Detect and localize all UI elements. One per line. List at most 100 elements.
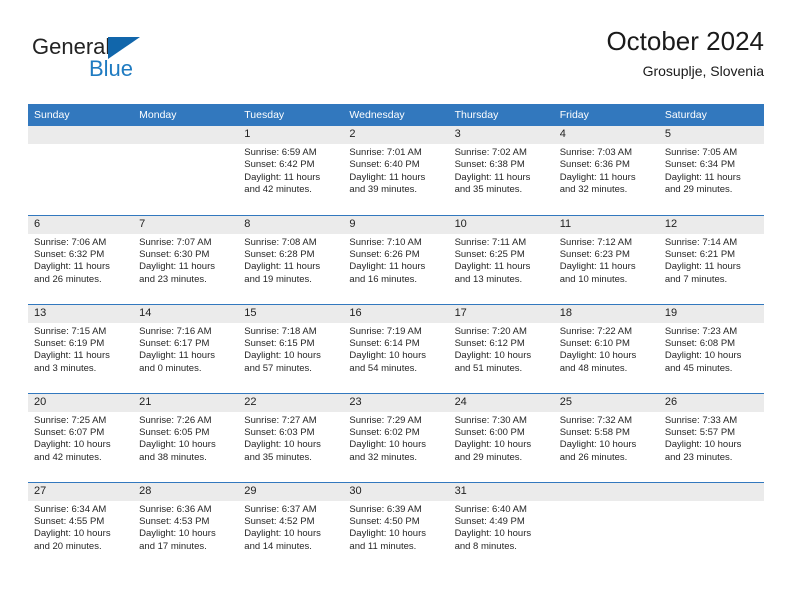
daylight-text: Daylight: 10 hours [349, 439, 426, 451]
sunrise-text: Sunrise: 7:18 AM [244, 325, 317, 337]
sunrise-text: Sunrise: 7:30 AM [454, 414, 527, 426]
calendar-day-cell[interactable]: 21 Sunrise: 7:26 AM Sunset: 6:05 PM Dayligh… [133, 392, 239, 482]
calendar-day-cell[interactable]: 2 Sunrise: 7:01 AM Sunset: 6:40 PM Daylight… [343, 126, 449, 215]
calendar-day-cell[interactable]: 9 Sunrise: 7:10 AM Sunset: 6:26 PM Daylight… [343, 214, 449, 304]
calendar-day-cell[interactable]: 3 Sunrise: 7:02 AM Sunset: 6:38 PM Daylight… [448, 126, 554, 215]
day-details: Sunrise: 6:40 AM Sunset: 4:49 PM Daylight:… [449, 501, 554, 554]
day-number: 6 [28, 215, 134, 234]
daylight-text: and 14 minutes. [244, 540, 312, 552]
day-details: Sunrise: 7:33 AM Sunset: 5:57 PM Daylight:… [659, 412, 764, 465]
daylight-text: and 57 minutes. [244, 362, 312, 374]
weekday-header-tuesday: Tuesday [238, 104, 344, 126]
daylight-text: Daylight: 10 hours [139, 528, 216, 540]
daylight-text: and 42 minutes. [34, 451, 102, 463]
calendar-day-cell[interactable]: 14 Sunrise: 7:16 AM Sunset: 6:17 PM Dayligh… [133, 303, 239, 393]
day-details: Sunrise: 7:25 AM Sunset: 6:07 PM Daylight:… [28, 412, 133, 465]
day-number: 14 [133, 304, 239, 323]
sunset-text: Sunset: 6:36 PM [559, 159, 630, 171]
calendar-day-cell[interactable]: 30 Sunrise: 6:39 AM Sunset: 4:50 PM Dayligh… [343, 481, 449, 571]
calendar-day-cell[interactable]: 8 Sunrise: 7:08 AM Sunset: 6:28 PM Daylight… [238, 214, 344, 304]
sunset-text: Sunset: 6:15 PM [244, 337, 315, 349]
day-details: Sunrise: 7:32 AM Sunset: 5:58 PM Daylight:… [554, 412, 659, 465]
calendar-day-cell[interactable]: 5 Sunrise: 7:05 AM Sunset: 6:34 PM Daylight… [658, 126, 764, 215]
calendar-day-cell[interactable]: 11 Sunrise: 7:12 AM Sunset: 6:23 PM Dayligh… [553, 214, 659, 304]
sunrise-text: Sunrise: 7:33 AM [664, 414, 738, 426]
calendar-day-cell[interactable]: 15 Sunrise: 7:18 AM Sunset: 6:15 PM Dayligh… [238, 303, 344, 393]
day-details: Sunrise: 7:20 AM Sunset: 6:12 PM Daylight:… [449, 323, 554, 376]
day-number: 10 [448, 215, 554, 234]
calendar-day-cell[interactable]: 28 Sunrise: 6:36 AM Sunset: 4:53 PM Dayligh… [133, 481, 239, 571]
sunrise-text: Sunrise: 7:16 AM [139, 325, 212, 337]
daylight-text: Daylight: 10 hours [664, 350, 742, 362]
calendar-day-cell[interactable]: 19 Sunrise: 7:23 AM Sunset: 6:08 PM Dayligh… [658, 303, 764, 393]
day-number: 21 [133, 393, 239, 412]
calendar-day-cell[interactable]: 7 Sunrise: 7:07 AM Sunset: 6:30 PM Daylight… [133, 214, 239, 304]
daylight-text: and 7 minutes. [664, 273, 728, 285]
calendar-day-cell[interactable]: 24 Sunrise: 7:30 AM Sunset: 6:00 PM Dayligh… [448, 392, 554, 482]
calendar-day-cell[interactable]: 20 Sunrise: 7:25 AM Sunset: 6:07 PM Dayligh… [28, 392, 134, 482]
day-number: 30 [343, 482, 449, 501]
sunrise-text: Sunrise: 7:27 AM [244, 414, 317, 426]
day-details: Sunrise: 7:27 AM Sunset: 6:03 PM Daylight:… [238, 412, 343, 465]
sunset-text: Sunset: 6:30 PM [139, 248, 210, 260]
sunset-text: Sunset: 6:40 PM [349, 159, 420, 171]
day-number: 13 [28, 304, 134, 323]
sunrise-text: Sunrise: 7:19 AM [349, 325, 422, 337]
calendar-day-cell[interactable]: 13 Sunrise: 7:15 AM Sunset: 6:19 PM Dayligh… [28, 303, 134, 393]
day-details: Sunrise: 7:30 AM Sunset: 6:00 PM Daylight:… [449, 412, 554, 465]
daylight-text: and 20 minutes. [34, 540, 102, 552]
weekday-header-thursday: Thursday [448, 104, 554, 126]
day-number: 9 [343, 215, 449, 234]
calendar-day-cell[interactable]: 18 Sunrise: 7:22 AM Sunset: 6:10 PM Dayligh… [553, 303, 659, 393]
calendar-day-cell[interactable]: 22 Sunrise: 7:27 AM Sunset: 6:03 PM Dayligh… [238, 392, 344, 482]
sunset-text: Sunset: 6:28 PM [244, 248, 315, 260]
calendar-day-cell[interactable]: 6 Sunrise: 7:06 AM Sunset: 6:32 PM Daylight… [28, 214, 134, 304]
daylight-text: and 48 minutes. [559, 362, 628, 374]
calendar-day-cell[interactable]: 10 Sunrise: 7:11 AM Sunset: 6:25 PM Dayligh… [448, 214, 554, 304]
sunset-text: Sunset: 6:10 PM [559, 337, 630, 349]
day-number: 19 [658, 304, 764, 323]
general-blue-logo: General Blue [32, 34, 162, 90]
day-details: Sunrise: 6:59 AM Sunset: 6:42 PM Daylight:… [238, 144, 343, 197]
sunset-text: Sunset: 6:42 PM [244, 159, 315, 171]
weekday-header-wednesday: Wednesday [343, 104, 449, 126]
calendar-day-cell[interactable]: 12 Sunrise: 7:14 AM Sunset: 6:21 PM Dayligh… [658, 214, 764, 304]
sunrise-text: Sunrise: 7:32 AM [559, 414, 633, 426]
calendar-day-cell[interactable]: 1 Sunrise: 6:59 AM Sunset: 6:42 PM Daylight… [238, 126, 344, 215]
calendar-day-cell[interactable]: 16 Sunrise: 7:19 AM Sunset: 6:14 PM Dayligh… [343, 303, 449, 393]
calendar-day-cell[interactable]: 25 Sunrise: 7:32 AM Sunset: 5:58 PM Dayligh… [553, 392, 659, 482]
daylight-text: and 16 minutes. [349, 273, 418, 285]
calendar-day-cell[interactable]: 4 Sunrise: 7:03 AM Sunset: 6:36 PM Daylight… [553, 126, 659, 215]
daylight-text: Daylight: 10 hours [244, 350, 321, 362]
page-title: October 2024 [606, 26, 764, 56]
daylight-text: and 8 minutes. [454, 540, 517, 552]
daylight-text: Daylight: 10 hours [139, 439, 216, 451]
sunrise-text: Sunrise: 7:15 AM [34, 325, 107, 337]
day-number: 25 [553, 393, 659, 412]
calendar-day-cell[interactable]: 29 Sunrise: 6:37 AM Sunset: 4:52 PM Dayligh… [238, 481, 344, 571]
day-details: Sunrise: 7:11 AM Sunset: 6:25 PM Daylight:… [449, 234, 554, 287]
calendar-day-cell[interactable]: 23 Sunrise: 7:29 AM Sunset: 6:02 PM Dayligh… [343, 392, 449, 482]
calendar-day-cell[interactable]: 17 Sunrise: 7:20 AM Sunset: 6:12 PM Dayligh… [448, 303, 554, 393]
daylight-text: and 13 minutes. [454, 273, 523, 285]
daylight-text: and 0 minutes. [139, 362, 202, 374]
daylight-text: Daylight: 11 hours [454, 261, 531, 273]
daylight-text: and 38 minutes. [139, 451, 207, 463]
calendar-day-cell[interactable]: 26 Sunrise: 7:33 AM Sunset: 5:57 PM Dayligh… [658, 392, 764, 482]
day-details: Sunrise: 6:36 AM Sunset: 4:53 PM Daylight:… [133, 501, 238, 554]
day-details: Sunrise: 6:37 AM Sunset: 4:52 PM Daylight:… [238, 501, 343, 554]
calendar-day-cell[interactable]: 27 Sunrise: 6:34 AM Sunset: 4:55 PM Dayligh… [28, 481, 134, 571]
calendar-day-cell[interactable]: 31 Sunrise: 6:40 AM Sunset: 4:49 PM Dayligh… [448, 481, 554, 571]
day-number: 18 [553, 304, 659, 323]
daylight-text: Daylight: 11 hours [664, 171, 741, 183]
daylight-text: Daylight: 10 hours [559, 439, 637, 451]
day-number: 26 [658, 393, 764, 412]
calendar-page: General Blue October 2024 Grosuplje, Slo… [0, 0, 792, 612]
daylight-text: and 51 minutes. [454, 362, 523, 374]
sunrise-text: Sunrise: 7:10 AM [349, 236, 422, 248]
daylight-text: and 45 minutes. [664, 362, 733, 374]
daylight-text: Daylight: 10 hours [454, 439, 532, 451]
day-number [553, 482, 659, 501]
calendar-empty-cell [553, 481, 659, 571]
sunset-text: Sunset: 6:19 PM [34, 337, 105, 349]
